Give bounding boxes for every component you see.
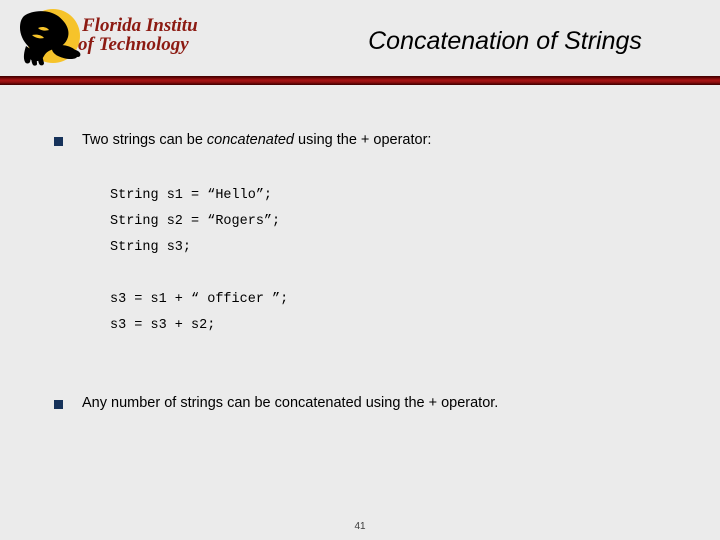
- page-title: Concatenation of Strings: [368, 27, 642, 55]
- bullet-item-1: Two strings can be concatenated using th…: [54, 131, 431, 150]
- bullet-item-1-label: Two strings can be concatenated using th…: [82, 131, 431, 150]
- page-number: 41: [354, 521, 366, 532]
- logo-line-1: Florida Institute: [81, 15, 198, 36]
- slide-body: Two strings can be concatenated using th…: [0, 85, 720, 505]
- code-line: s3 = s3 + s2;: [110, 318, 216, 333]
- bullet-1-text-emphasis: concatenated: [206, 132, 294, 148]
- logo-line-2: of Technology: [78, 34, 189, 55]
- slide: Florida Institute of Technology Concaten…: [0, 0, 720, 540]
- code-line: String s2 = “Rogers”;: [110, 214, 281, 229]
- code-line: String s1 = “Hello”;: [110, 188, 273, 203]
- bullet-1-text-post: using the + operator:: [294, 132, 432, 148]
- code-line: String s3;: [110, 240, 192, 255]
- florida-institute-of-technology-logo: Florida Institute of Technology: [8, 4, 198, 68]
- bullet-1-text-pre: Two strings can be: [82, 132, 207, 148]
- square-bullet-icon: [54, 400, 63, 409]
- slide-header: Florida Institute of Technology Concaten…: [0, 0, 720, 80]
- code-line: s3 = s1 + “ officer ”;: [110, 292, 289, 307]
- header-divider-bar: [0, 76, 720, 85]
- code-block: String s1 = “Hello”; String s2 = “Rogers…: [110, 183, 288, 339]
- square-bullet-icon: [54, 137, 63, 146]
- bullet-item-2-label: Any number of strings can be concatenate…: [82, 395, 499, 411]
- bullet-item-2: Any number of strings can be concatenate…: [54, 394, 498, 413]
